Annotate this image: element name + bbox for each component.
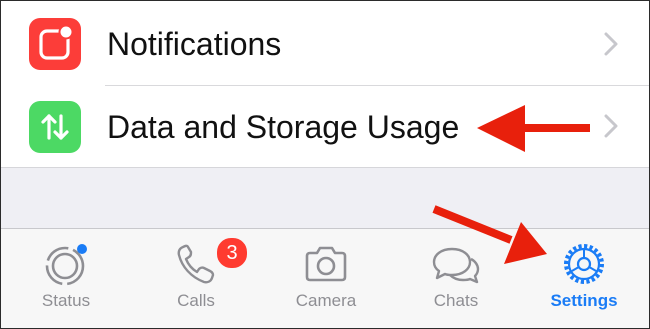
app-window: Notifications Data and Storage Usage Sta…	[0, 0, 650, 329]
unread-badge: 3	[215, 236, 249, 270]
notifications-icon	[29, 18, 81, 70]
settings-list: Notifications Data and Storage Usage	[1, 1, 649, 168]
tab-bar: Status 3 Calls Camera Chats Settings	[1, 228, 649, 328]
chats-icon	[432, 247, 480, 284]
status-icon	[45, 244, 87, 286]
settings-row-notifications[interactable]: Notifications	[1, 1, 649, 85]
tab-label: Camera	[295, 291, 357, 310]
tab-chats[interactable]: Chats	[391, 229, 521, 328]
camera-icon	[305, 246, 347, 282]
settings-row-label: Data and Storage Usage	[107, 109, 460, 145]
settings-row-label: Notifications	[107, 26, 282, 62]
settings-row-data-storage[interactable]: Data and Storage Usage	[1, 85, 649, 167]
tab-label: Status	[41, 291, 91, 310]
tab-status[interactable]: Status	[1, 229, 131, 328]
gear-icon	[564, 244, 604, 284]
tab-label: Chats	[433, 291, 479, 310]
tab-calls[interactable]: 3 Calls	[131, 229, 261, 328]
tab-label: Settings	[550, 291, 618, 310]
tab-label: Calls	[177, 291, 215, 310]
chevron-right-icon	[604, 114, 618, 138]
tab-camera[interactable]: Camera	[261, 229, 391, 328]
phone-icon	[177, 244, 215, 284]
chevron-right-icon	[604, 32, 618, 56]
data-storage-icon	[29, 101, 81, 153]
tab-settings[interactable]: Settings	[519, 229, 649, 328]
